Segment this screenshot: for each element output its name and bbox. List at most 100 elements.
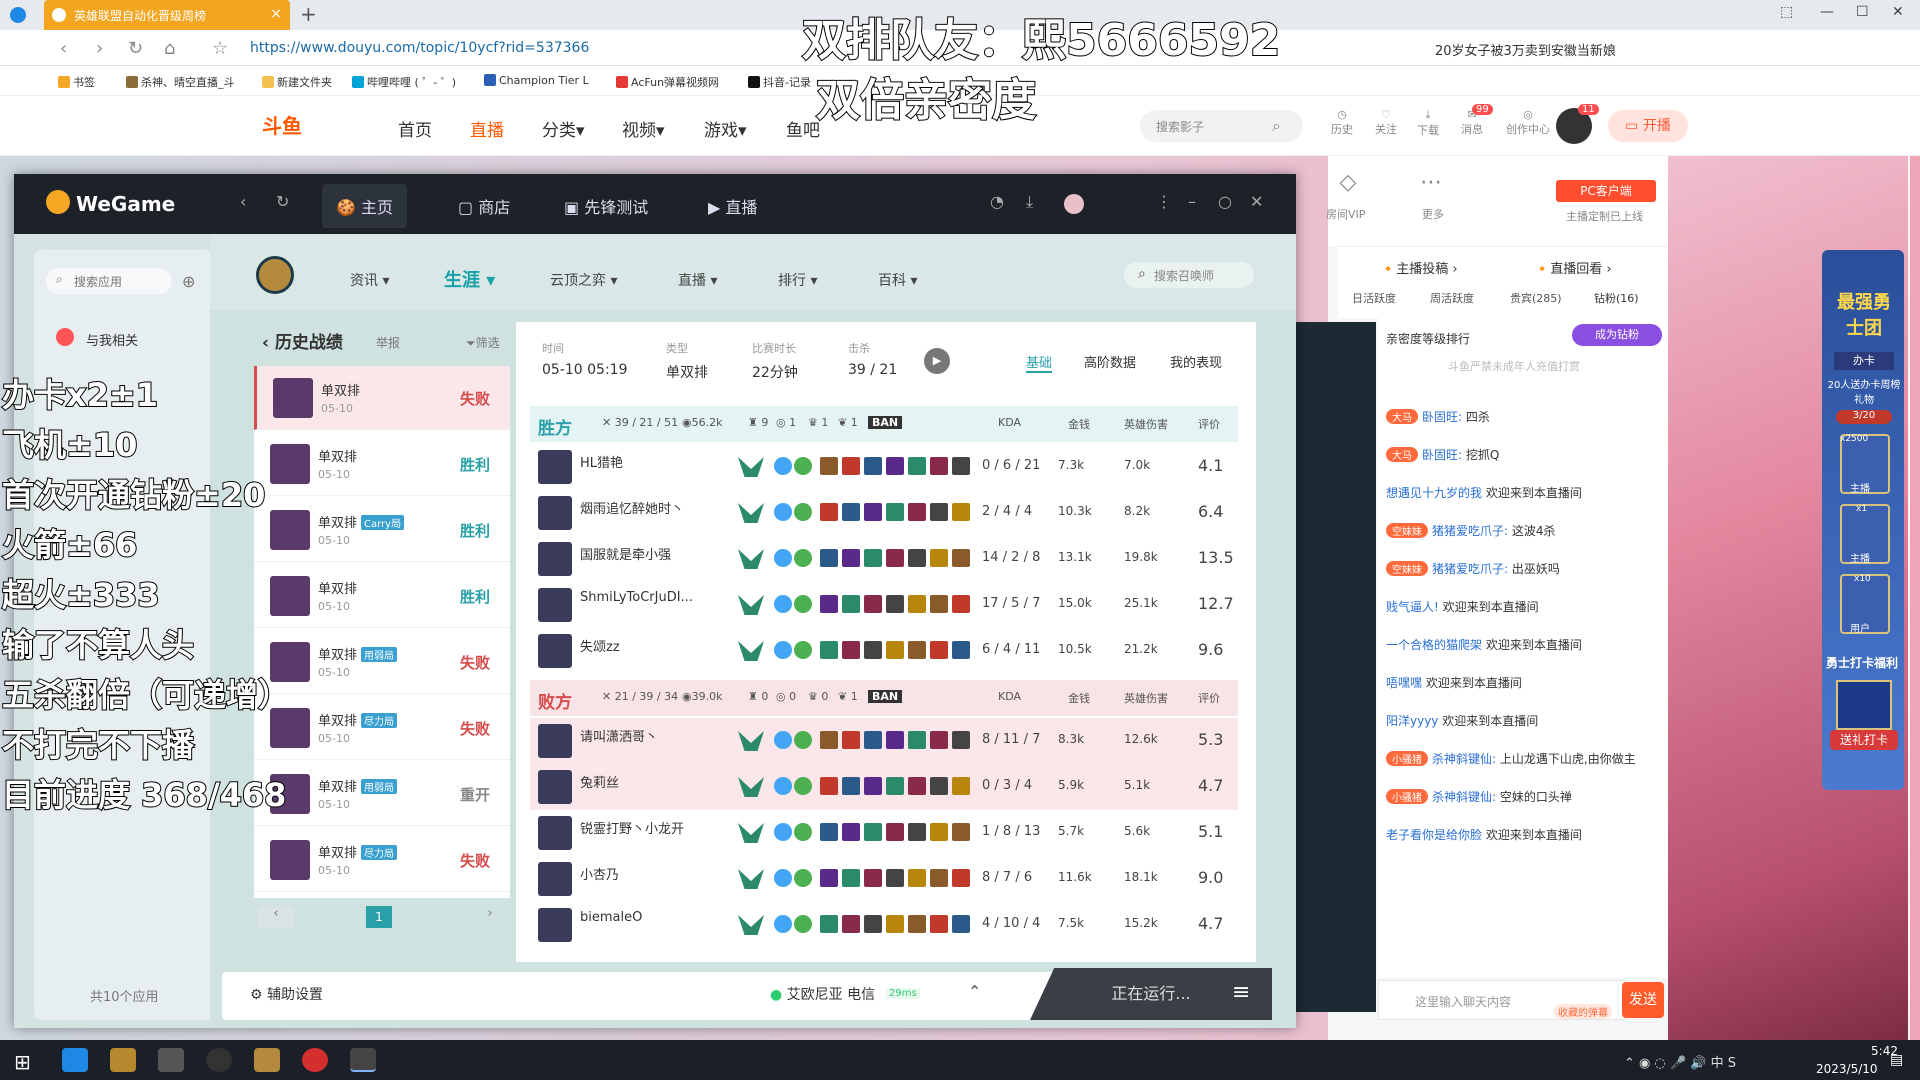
room-vip-label[interactable]: 房间VIP [1326, 206, 1365, 222]
taskbar-netease-icon[interactable] [302, 1048, 328, 1072]
download-icon[interactable]: ⤓ 下载 [1408, 108, 1448, 138]
rank-tab-fans[interactable]: 钻粉(16) [1594, 290, 1639, 306]
chat-user[interactable]: 贱气逼人! [1386, 600, 1439, 614]
history-row[interactable]: 单双排 05-10 胜利 [254, 432, 510, 496]
wg-minimize-icon[interactable]: – [1188, 192, 1196, 211]
url-field[interactable]: https://www.douyu.com/topic/10ycf?rid=53… [250, 40, 589, 56]
lol-nav-wiki[interactable]: 百科 ▾ [878, 270, 917, 290]
player-row[interactable]: 失颂zz 6 / 4 / 11 10.5k 21.2k 9.6 [530, 628, 1238, 674]
next-page-icon[interactable]: › [480, 906, 500, 928]
follow-icon[interactable]: ♡ 关注 [1366, 108, 1406, 137]
collect-danmu[interactable]: 收藏的弹幕 [1554, 1004, 1612, 1019]
replay-play-icon[interactable]: ▶ [924, 348, 950, 374]
assist-settings[interactable]: ⚙ 辅助设置 [250, 984, 323, 1004]
history-row[interactable]: 单双排 尽力局 05-10 失败 [254, 696, 510, 760]
clock-time[interactable]: 5:42 [1838, 1044, 1898, 1058]
chat-user[interactable]: 老子看你是给你脸 [1386, 828, 1482, 842]
history-row[interactable]: 单双排 05-10 失败 [254, 366, 510, 430]
wg-tab-live[interactable]: ▶ 直播 [708, 194, 757, 218]
chat-user[interactable]: 一个合格的猫爬架 [1386, 638, 1482, 652]
prev-page-icon[interactable]: ‹ [258, 906, 294, 928]
send-button[interactable]: 发送 [1622, 982, 1664, 1018]
bookmark-item[interactable]: 哔哩哔哩 ( ゜- ゜) [352, 74, 456, 90]
player-row[interactable]: 国服就是牵小强 14 / 2 / 8 13.1k 19.8k 13.5 [530, 536, 1238, 582]
rank-tab-weekly[interactable]: 周活跃度 [1430, 290, 1474, 306]
chat-user[interactable]: 卧固旺: [1422, 448, 1462, 462]
tab-basic[interactable]: 基础 [1026, 352, 1053, 373]
nav-fishbar[interactable]: 鱼吧 [786, 116, 820, 141]
bookmark-item[interactable]: 新建文件夹 [262, 74, 332, 90]
lol-nav-live[interactable]: 直播 ▾ [678, 270, 717, 290]
nav-live[interactable]: 直播 [470, 116, 504, 141]
taskbar-wegame-icon[interactable] [350, 1048, 376, 1072]
chat-user[interactable]: 卧固旺: [1422, 410, 1462, 424]
tab-contribution[interactable]: 🔸主播投稿 › [1380, 258, 1458, 277]
bookmark-item[interactable]: 杀神、晴空直播_斗 [126, 74, 235, 90]
player-row[interactable]: 兔莉丝 0 / 3 / 4 5.9k 5.1k 4.7 [530, 764, 1238, 810]
home-icon[interactable]: ⌂ [164, 38, 175, 59]
new-tab-icon[interactable]: + [300, 2, 317, 26]
wg-tab-store[interactable]: ▢ 商店 [458, 194, 510, 218]
tab-replay[interactable]: 🔸直播回看 › [1534, 258, 1612, 277]
lol-nav-news[interactable]: 资讯 ▾ [350, 270, 389, 290]
chat-user[interactable]: 想遇见十九岁的我 [1386, 486, 1482, 500]
player-row[interactable]: biemaleO 4 / 10 / 4 7.5k 15.2k 4.7 [530, 902, 1238, 948]
related-item[interactable]: 与我相关 [86, 330, 138, 349]
history-row[interactable]: 单双排 用弱局 05-10 重开 [254, 762, 510, 826]
player-row[interactable]: 小杏乃 8 / 7 / 6 11.6k 18.1k 9.0 [530, 856, 1238, 902]
lol-icon[interactable] [256, 256, 294, 294]
taskbar-browser-icon[interactable] [62, 1048, 88, 1072]
warrior-card-icon[interactable] [1836, 680, 1892, 730]
wg-game-icon[interactable]: ◔ [990, 192, 1004, 211]
tab-my-performance[interactable]: 我的表现 [1170, 352, 1222, 371]
report-link[interactable]: 举报 [376, 334, 400, 351]
bookmark-item[interactable]: 书签 [58, 74, 95, 90]
wg-refresh-icon[interactable]: ↻ [276, 192, 289, 211]
rank-tab-daily[interactable]: 日活跃度 [1352, 290, 1396, 306]
become-fan-button[interactable]: 成为钻粉 [1572, 324, 1662, 346]
chat-user[interactable]: 杀神斜键仙: [1432, 790, 1496, 804]
taskbar-lol-icon[interactable] [254, 1048, 280, 1072]
filter-button[interactable]: ⏷筛选 [466, 334, 500, 351]
lol-nav-career[interactable]: 生涯 ▾ [444, 266, 495, 292]
back-icon[interactable]: ‹ [60, 38, 67, 59]
chevron-up-icon[interactable]: ⌃ [968, 982, 981, 1001]
forward-icon[interactable]: › [96, 38, 103, 59]
wg-back-icon[interactable]: ‹ [240, 192, 246, 211]
wg-download-icon[interactable]: ⤓ [1026, 192, 1033, 212]
pin-icon[interactable]: ⬚ [1780, 4, 1793, 20]
nav-game[interactable]: 游戏▾ [704, 116, 747, 141]
add-app-icon[interactable]: ⊕ [182, 272, 195, 291]
wg-avatar[interactable] [1064, 194, 1084, 214]
chat-user[interactable]: 阳洋yyyy [1386, 714, 1438, 728]
more-icon[interactable]: ⋯ [1420, 170, 1442, 195]
wg-tab-beta[interactable]: ▣ 先锋测试 [564, 194, 648, 218]
wg-close-icon[interactable]: ✕ [1250, 192, 1263, 211]
diamond-icon[interactable]: ◇ [1328, 170, 1368, 195]
history-row[interactable]: 单双排 用弱局 05-10 失败 [254, 630, 510, 694]
reload-icon[interactable]: ↻ [128, 38, 143, 59]
history-icon[interactable]: ◷ 历史 [1322, 108, 1362, 137]
wg-tab-home[interactable]: 🍪 主页 [322, 184, 408, 228]
browser-tab[interactable]: 英雄联盟自动化晋级周榜 × [44, 0, 290, 30]
news-ticker[interactable]: 20岁女子被3万卖到安徽当新娘 [1435, 40, 1616, 59]
send-card-button[interactable]: 送礼打卡 [1830, 730, 1898, 750]
tab-advanced[interactable]: 高阶数据 [1084, 352, 1136, 371]
star-icon[interactable]: ☆ [212, 38, 228, 59]
chat-user[interactable]: 杀神斜键仙: [1432, 752, 1496, 766]
app-search-input[interactable]: 搜索应用 [46, 268, 172, 294]
wg-maximize-icon[interactable]: ○ [1218, 192, 1232, 211]
wg-menu-icon[interactable]: ⋮ [1156, 192, 1172, 211]
start-live-button[interactable]: ▭ 开播 [1608, 110, 1688, 142]
side-card[interactable]: 办卡 [1834, 352, 1894, 370]
nav-category[interactable]: 分类▾ [542, 116, 585, 141]
close-window-icon[interactable]: ✕ [1892, 4, 1904, 20]
tray-icons[interactable]: ⌃ ◉ ◌ 🎤 🔊 中 S [1624, 1052, 1736, 1071]
taskbar-owl-icon[interactable] [110, 1048, 136, 1072]
bookmark-item[interactable]: 抖音-记录 [748, 74, 811, 90]
history-row[interactable]: 单双排 尽力局 05-10 失败 [254, 828, 510, 892]
hamburger-icon[interactable]: ≡ [1232, 980, 1250, 1005]
lol-nav-tft[interactable]: 云顶之弈 ▾ [550, 270, 617, 290]
douyu-logo[interactable]: 斗鱼 [262, 110, 302, 139]
pc-client-button[interactable]: PC客户端 [1556, 180, 1656, 202]
